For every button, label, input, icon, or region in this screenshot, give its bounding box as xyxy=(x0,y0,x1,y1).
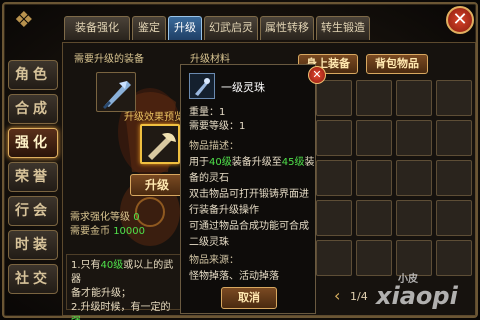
cancel-button[interactable]: 取消 xyxy=(221,287,277,309)
item-desc-line-5: 可通过物品合成功能可合成 xyxy=(189,221,309,232)
grid-slot[interactable] xyxy=(436,160,472,196)
tab-attribute-transfer[interactable]: 属性转移 xyxy=(260,16,314,40)
item-tooltip: 一级灵珠 重量：1 需要等级：1 物品描述： 用于40级装备升级至45级装 备的… xyxy=(180,64,316,314)
grid-slot[interactable] xyxy=(316,120,352,156)
grid-slot[interactable] xyxy=(436,240,472,276)
grid-slot[interactable] xyxy=(316,80,352,116)
equip-slot[interactable] xyxy=(96,72,136,112)
tab-upgrade[interactable]: 升级 xyxy=(168,16,202,40)
sword-icon xyxy=(103,81,131,109)
tab-equip-strengthen[interactable]: 装备强化 xyxy=(64,16,130,40)
item-source-title: 物品来源： xyxy=(189,255,239,266)
grid-slot[interactable] xyxy=(396,80,432,116)
tab-rebirth-forge[interactable]: 转生锻造 xyxy=(316,16,370,40)
item-desc-line-4: 行装备升级操作 xyxy=(189,205,259,216)
need-gold-text: 需要金币 xyxy=(70,226,110,237)
desc-1c: 装备升级至 xyxy=(231,157,282,168)
desc-1a: 用于 xyxy=(189,157,209,168)
tip-line-1: 1.只有40级或以上的武器 xyxy=(71,259,177,287)
grid-slot[interactable] xyxy=(316,240,352,276)
upgrade-button[interactable]: 升级 xyxy=(130,174,184,196)
preview-label: 升级效果预览 xyxy=(124,112,184,123)
grid-slot[interactable] xyxy=(436,120,472,156)
item-weight: 重量：1 xyxy=(189,107,226,118)
item-title: 一级灵珠 xyxy=(221,81,265,94)
tip-2-b: 强 xyxy=(71,316,81,320)
need-gold-value: 10000 xyxy=(113,226,145,237)
close-window-button[interactable]: ✕ xyxy=(446,6,474,34)
item-desc-line-1: 用于40级装备升级至45级装 xyxy=(189,153,314,168)
watermark-logo: xiaopi xyxy=(376,282,458,310)
grid-slot[interactable] xyxy=(356,160,392,196)
desc-1b: 40级 xyxy=(209,157,232,168)
nav-item-strengthen[interactable]: 强化 xyxy=(8,128,58,158)
need-gold-label: 需要金币 10000 xyxy=(70,222,145,237)
nav-item-character[interactable]: 角色 xyxy=(8,60,58,90)
nav-item-honor[interactable]: 荣誉 xyxy=(8,162,58,192)
tip-line-2: 2.升级时候，有一定的强 xyxy=(71,301,177,320)
tip-line-1-cont: 备才能升级； xyxy=(71,288,131,299)
grid-slot[interactable] xyxy=(396,200,432,236)
grid-slot[interactable] xyxy=(436,80,472,116)
side-nav: 角色 合成 强化 荣誉 行会 时装 社交 xyxy=(6,56,58,318)
upgrade-preview-slot[interactable] xyxy=(140,124,180,164)
item-icon-slot xyxy=(189,73,215,99)
item-desc-line-2: 备的灵石 xyxy=(189,173,229,184)
grid-slot[interactable] xyxy=(356,240,392,276)
tab-illusion-weapon[interactable]: 幻武启灵 xyxy=(204,16,258,40)
nav-item-fashion[interactable]: 时装 xyxy=(8,230,58,260)
prev-page-arrow-icon[interactable]: ‹ xyxy=(334,286,340,305)
axe-icon xyxy=(148,133,176,160)
tab-identify[interactable]: 鉴定 xyxy=(132,16,166,40)
item-source: 怪物掉落、活动掉落 xyxy=(189,271,279,282)
need-strength-label: 需求强化等级 0 xyxy=(70,208,140,223)
tips-box: 1.只有40级或以上的武器 备才能升级； 2.升级时候，有一定的强 xyxy=(66,254,182,320)
tooltip-close-button[interactable]: ✕ xyxy=(308,66,326,84)
nav-item-social[interactable]: 社交 xyxy=(8,264,58,294)
tip-2-a: 2.升级时候，有一定的 xyxy=(71,302,171,313)
nav-item-synthesis[interactable]: 合成 xyxy=(8,94,58,124)
grid-slot[interactable] xyxy=(396,160,432,196)
item-need-level: 需要等级：1 xyxy=(189,121,246,132)
item-desc-line-6: 二级灵珠 xyxy=(189,237,229,248)
desc-1d: 45级 xyxy=(281,157,305,168)
grid-slot[interactable] xyxy=(356,200,392,236)
grid-slot[interactable] xyxy=(396,120,432,156)
grid-slot[interactable] xyxy=(436,200,472,236)
grid-slot[interactable] xyxy=(316,200,352,236)
corner-ornament-icon: ❖ xyxy=(14,8,34,33)
game-ui-root: ❖ 装备强化 鉴定 升级 幻武启灵 属性转移 转生锻造 ✕ 角色 合成 强化 荣… xyxy=(0,0,480,320)
grid-slot[interactable] xyxy=(356,80,392,116)
tip-1-b: 40级 xyxy=(100,260,124,271)
tip-1-a: 1.只有 xyxy=(71,260,101,271)
grid-slot[interactable] xyxy=(356,120,392,156)
item-desc-title: 物品描述： xyxy=(189,141,239,152)
nav-item-guild[interactable]: 行会 xyxy=(8,196,58,226)
bag-items-button[interactable]: 背包物品 xyxy=(366,54,428,74)
grid-slot[interactable] xyxy=(316,160,352,196)
material-label: 升级材料 xyxy=(190,54,230,65)
item-desc-line-3: 双击物品可打开锻铸界面进 xyxy=(189,189,309,200)
page-indicator: 1/4 xyxy=(350,290,368,303)
desc-1e: 装 xyxy=(304,157,315,168)
spirit-pearl-icon xyxy=(195,78,210,96)
